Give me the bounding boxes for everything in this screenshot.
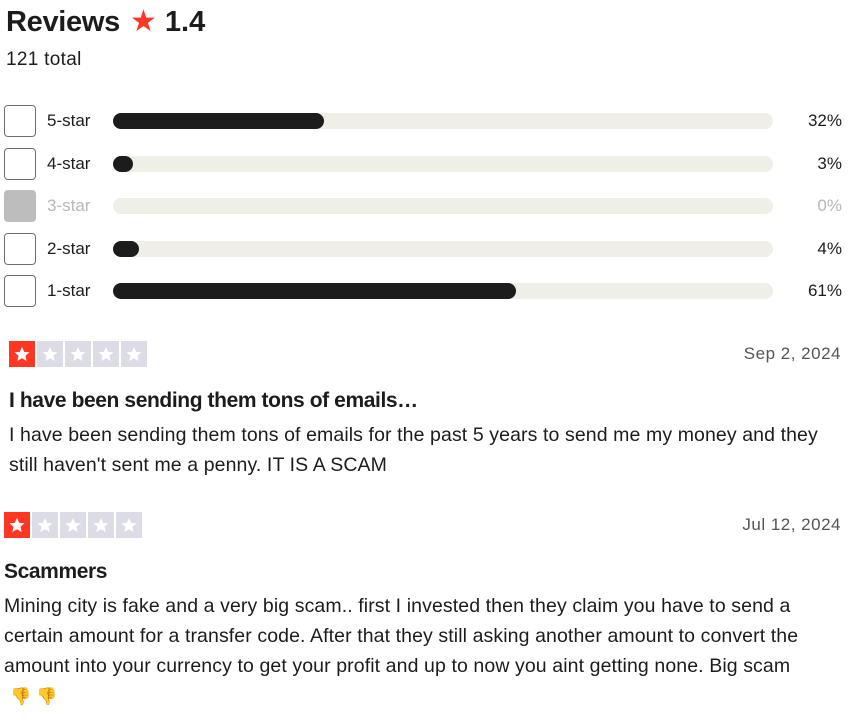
review-body: Mining city is fake and a very big scam.…	[4, 595, 799, 677]
filled-star-icon	[9, 341, 35, 367]
rating-bar-track	[113, 283, 773, 300]
rating-filter-2-star[interactable]: 2-star 4%	[4, 228, 842, 271]
empty-star-icon	[121, 341, 147, 367]
rating-bar-fill	[113, 155, 133, 172]
review-title[interactable]: I have been sending them tons of emails…	[9, 389, 850, 413]
review-count: 121 total	[6, 49, 82, 70]
rating-filter-label: 5-star	[47, 111, 91, 131]
rating-filter-5-star[interactable]: 5-star 32%	[4, 100, 842, 143]
review-body-container: Mining city is fake and a very big scam.…	[4, 591, 850, 712]
rating-bar-track	[113, 198, 773, 215]
rating-filter-label: 2-star	[47, 238, 91, 258]
review-card: Sep 2, 2024 I have been sending them ton…	[0, 340, 850, 480]
empty-star-icon	[88, 512, 114, 538]
filter-checkbox[interactable]	[4, 275, 36, 308]
empty-star-icon	[65, 341, 91, 367]
thumbs-down-icon: 👎 👎	[10, 687, 58, 706]
empty-star-icon	[116, 512, 142, 538]
star-icon: ★	[129, 5, 157, 38]
rating-filter-label: 4-star	[47, 153, 91, 173]
rating-percent: 3%	[817, 153, 842, 173]
star-rating	[9, 341, 147, 367]
rating-bar-fill	[113, 283, 516, 300]
empty-star-icon	[37, 341, 63, 367]
empty-star-icon	[32, 512, 58, 538]
reviews-header: Reviews ★ 1.4 121 total	[6, 4, 205, 71]
rating-bar-track	[113, 113, 773, 130]
rating-filter-label: 1-star	[47, 281, 91, 301]
rating-percent: 0%	[817, 196, 842, 216]
rating-percent: 32%	[807, 111, 842, 131]
star-rating	[4, 512, 142, 538]
rating-percent: 61%	[807, 281, 842, 301]
review-body: I have been sending them tons of emails …	[9, 424, 818, 476]
rating-bar-fill	[113, 240, 140, 257]
filter-checkbox	[4, 190, 36, 223]
rating-filter-3-star: 3-star 0%	[4, 185, 842, 228]
review-date: Sep 2, 2024	[743, 344, 841, 363]
rating-bar-track	[113, 155, 773, 172]
filter-checkbox[interactable]	[4, 147, 36, 180]
title-row: Reviews ★ 1.4	[6, 4, 205, 40]
review-meta: Jul 12, 2024	[4, 511, 850, 539]
review-card: Jul 12, 2024 Scammers Mining city is fak…	[0, 511, 850, 712]
review-title[interactable]: Scammers	[4, 560, 850, 584]
rating-bar-fill	[113, 113, 325, 130]
empty-star-icon	[93, 341, 119, 367]
filter-checkbox[interactable]	[4, 232, 36, 265]
rating-distribution: 5-star 32% 4-star 3% 3-star 0% 2-star 4%…	[4, 100, 842, 313]
average-rating: 1.4	[164, 5, 206, 38]
rating-filter-1-star[interactable]: 1-star 61%	[4, 270, 842, 313]
rating-filter-4-star[interactable]: 4-star 3%	[4, 143, 842, 186]
page-title: Reviews	[6, 5, 120, 38]
rating-filter-label: 3-star	[47, 196, 91, 216]
review-meta: Sep 2, 2024	[9, 340, 850, 368]
filter-checkbox[interactable]	[4, 105, 36, 138]
rating-bar-track	[113, 240, 773, 257]
review-date: Jul 12, 2024	[742, 515, 841, 534]
filled-star-icon	[4, 512, 30, 538]
rating-percent: 4%	[817, 238, 842, 258]
empty-star-icon	[60, 512, 86, 538]
